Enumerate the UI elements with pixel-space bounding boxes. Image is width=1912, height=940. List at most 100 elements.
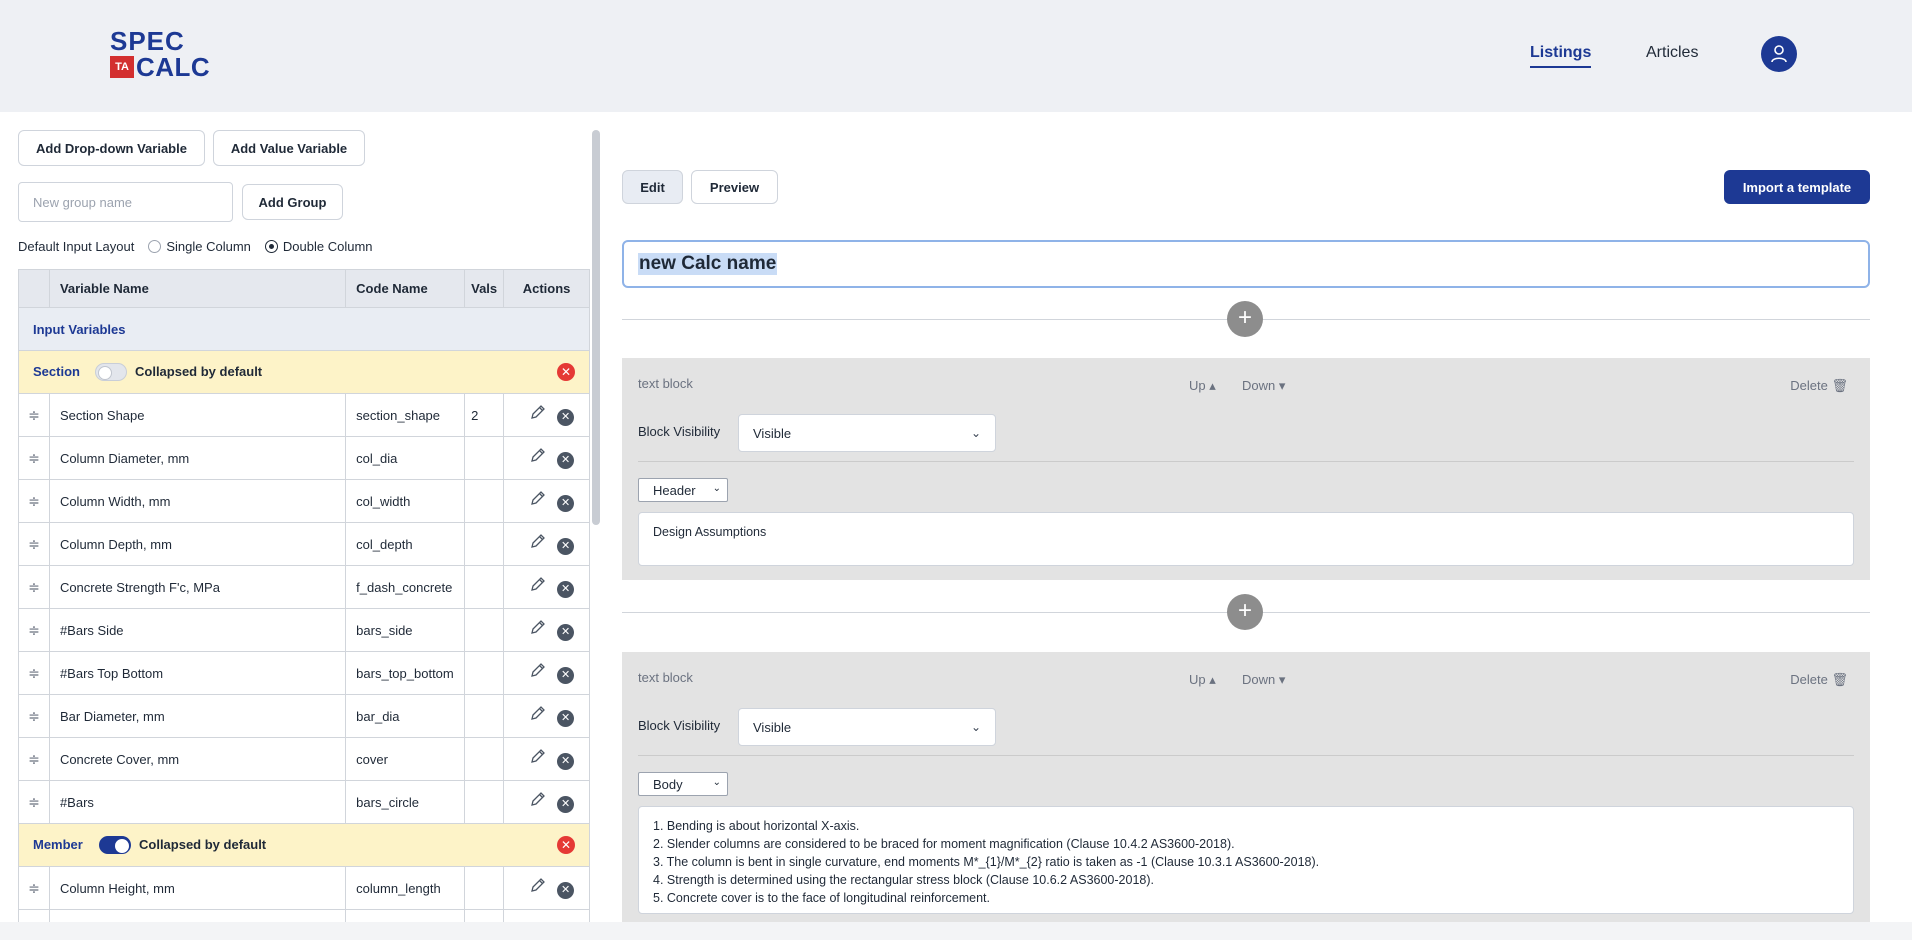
body-line: 1. Bending is about horizontal X-axis. — [653, 819, 860, 833]
section-delete-icon[interactable]: ✕ — [557, 363, 575, 381]
drag-handle-icon[interactable]: ≑ — [18, 393, 50, 437]
edit-pencil-icon[interactable] — [519, 748, 557, 767]
drag-handle-icon[interactable]: ≑ — [18, 608, 50, 652]
move-up-button[interactable]: Up ▴ — [1189, 378, 1216, 394]
remove-variable-icon[interactable]: ✕ — [557, 452, 575, 469]
vals-count — [464, 866, 505, 910]
row-actions: ✕ — [503, 393, 590, 437]
edit-pencil-icon[interactable] — [519, 791, 557, 810]
drag-handle-icon[interactable]: ≑ — [18, 479, 50, 523]
body-line: 5. Concrete cover is to the face of long… — [653, 891, 990, 905]
remove-variable-icon[interactable]: ✕ — [557, 753, 575, 770]
variable-name: Column Diameter, mm — [48, 436, 347, 480]
edit-pencil-icon[interactable] — [519, 619, 557, 638]
edit-pencil-icon[interactable] — [519, 662, 557, 681]
section-delete-icon[interactable]: ✕ — [557, 836, 575, 854]
delete-block-button[interactable]: Delete 🗑 — [1790, 672, 1848, 688]
vals-count — [464, 780, 505, 824]
code-name: cover — [345, 737, 466, 781]
add-value-variable-button[interactable]: Add Value Variable — [213, 130, 365, 166]
move-down-button[interactable]: Down ▾ — [1242, 378, 1285, 394]
drag-handle-icon[interactable]: ≑ — [18, 436, 50, 480]
delete-block-button[interactable]: Delete 🗑 — [1790, 378, 1848, 394]
collapsed-label: Collapsed by default — [139, 837, 267, 852]
code-name: col_depth — [345, 522, 466, 566]
remove-variable-icon[interactable]: ✕ — [557, 581, 575, 598]
remove-variable-icon[interactable]: ✕ — [557, 882, 575, 899]
remove-variable-icon[interactable]: ✕ — [557, 667, 575, 684]
collapsed-label: Collapsed by default — [135, 364, 263, 379]
import-template-button[interactable]: Import a template — [1724, 170, 1870, 204]
text-block: text block Up ▴ Down ▾ Delete 🗑 Block Vi… — [622, 358, 1870, 580]
nav-listings[interactable]: Listings — [1530, 44, 1592, 68]
edit-pencil-icon[interactable] — [519, 705, 557, 724]
block-text-area[interactable]: 1. Bending is about horizontal X-axis. 2… — [638, 806, 1854, 914]
text-style-select[interactable]: Header ⌄ — [638, 478, 728, 502]
user-avatar-button[interactable] — [1761, 36, 1797, 72]
table-row: ≑ Column Width, mm col_width ✕ — [18, 479, 590, 523]
code-name: column_length — [345, 866, 466, 910]
variable-name: Column Depth, mm — [48, 522, 347, 566]
row-actions: ✕ — [503, 651, 590, 695]
chevron-down-icon: ⌄ — [712, 483, 721, 494]
edit-pencil-icon[interactable] — [519, 877, 557, 896]
drag-handle-icon[interactable]: ≑ — [18, 909, 50, 922]
remove-variable-icon[interactable]: ✕ — [557, 796, 575, 813]
remove-variable-icon[interactable]: ✕ — [557, 409, 575, 426]
vals-count — [464, 909, 505, 922]
group-name-input[interactable] — [18, 182, 233, 222]
single-column-label[interactable]: Single Column — [166, 239, 251, 254]
text-style-select[interactable]: Body ⌄ — [638, 772, 728, 796]
collapsed-toggle[interactable] — [95, 363, 127, 381]
edit-tab-button[interactable]: Edit — [622, 170, 683, 204]
calc-name-input[interactable]: new Calc name — [622, 240, 1870, 288]
table-row: ≑ Column Depth, mm col_depth ✕ — [18, 522, 590, 566]
edit-pencil-icon[interactable] — [519, 490, 557, 509]
code-name: bar_dia — [345, 694, 466, 738]
remove-variable-icon[interactable]: ✕ — [557, 538, 575, 555]
table-row: ≑ — [18, 909, 590, 922]
variable-name — [48, 909, 347, 922]
add-block-plus-icon[interactable]: + — [1227, 594, 1263, 630]
left-panel-scrollbar[interactable] — [592, 130, 600, 525]
drag-handle-icon[interactable]: ≑ — [18, 737, 50, 781]
move-down-button[interactable]: Down ▾ — [1242, 672, 1285, 688]
edit-pencil-icon[interactable] — [519, 576, 557, 595]
block-text-area[interactable]: Design Assumptions — [638, 512, 1854, 566]
move-up-button[interactable]: Up ▴ — [1189, 672, 1216, 688]
add-group-button[interactable]: Add Group — [242, 184, 343, 220]
spectacalc-logo[interactable]: SPEC TA CALC — [110, 28, 210, 80]
chevron-down-icon: ⌄ — [970, 426, 981, 440]
edit-pencil-icon[interactable] — [519, 533, 557, 552]
drag-handle-icon[interactable]: ≑ — [18, 522, 50, 566]
preview-tab-button[interactable]: Preview — [691, 170, 778, 204]
double-column-label[interactable]: Double Column — [283, 239, 373, 254]
remove-variable-icon[interactable]: ✕ — [557, 624, 575, 641]
user-icon — [1771, 45, 1787, 63]
remove-variable-icon[interactable]: ✕ — [557, 710, 575, 727]
block-visibility-select[interactable]: Visible ⌄ — [738, 708, 996, 746]
row-actions: ✕ — [503, 479, 590, 523]
single-column-radio[interactable] — [148, 239, 162, 253]
drag-handle-icon[interactable]: ≑ — [18, 565, 50, 609]
drag-handle-icon[interactable]: ≑ — [18, 866, 50, 910]
collapsed-toggle[interactable] — [99, 836, 131, 854]
row-actions: ✕ — [503, 436, 590, 480]
block-visibility-select[interactable]: Visible ⌄ — [738, 414, 996, 452]
body-line: 2. Slender columns are considered to be … — [653, 837, 1235, 851]
vals-count — [464, 694, 505, 738]
calc-name-text: new Calc name — [638, 253, 778, 275]
row-actions — [503, 909, 590, 922]
drag-handle-icon[interactable]: ≑ — [18, 780, 50, 824]
nav-articles[interactable]: Articles — [1646, 44, 1698, 62]
drag-handle-icon[interactable]: ≑ — [18, 694, 50, 738]
add-dropdown-variable-button[interactable]: Add Drop-down Variable — [18, 130, 205, 166]
drag-handle-icon[interactable]: ≑ — [18, 651, 50, 695]
edit-pencil-icon[interactable] — [519, 404, 557, 423]
caret-up-icon: ▴ — [1209, 378, 1216, 393]
variable-name: Section Shape — [48, 393, 347, 437]
double-column-radio[interactable] — [264, 239, 278, 253]
edit-pencil-icon[interactable] — [519, 447, 557, 466]
add-block-plus-icon[interactable]: + — [1227, 301, 1263, 337]
remove-variable-icon[interactable]: ✕ — [557, 495, 575, 512]
